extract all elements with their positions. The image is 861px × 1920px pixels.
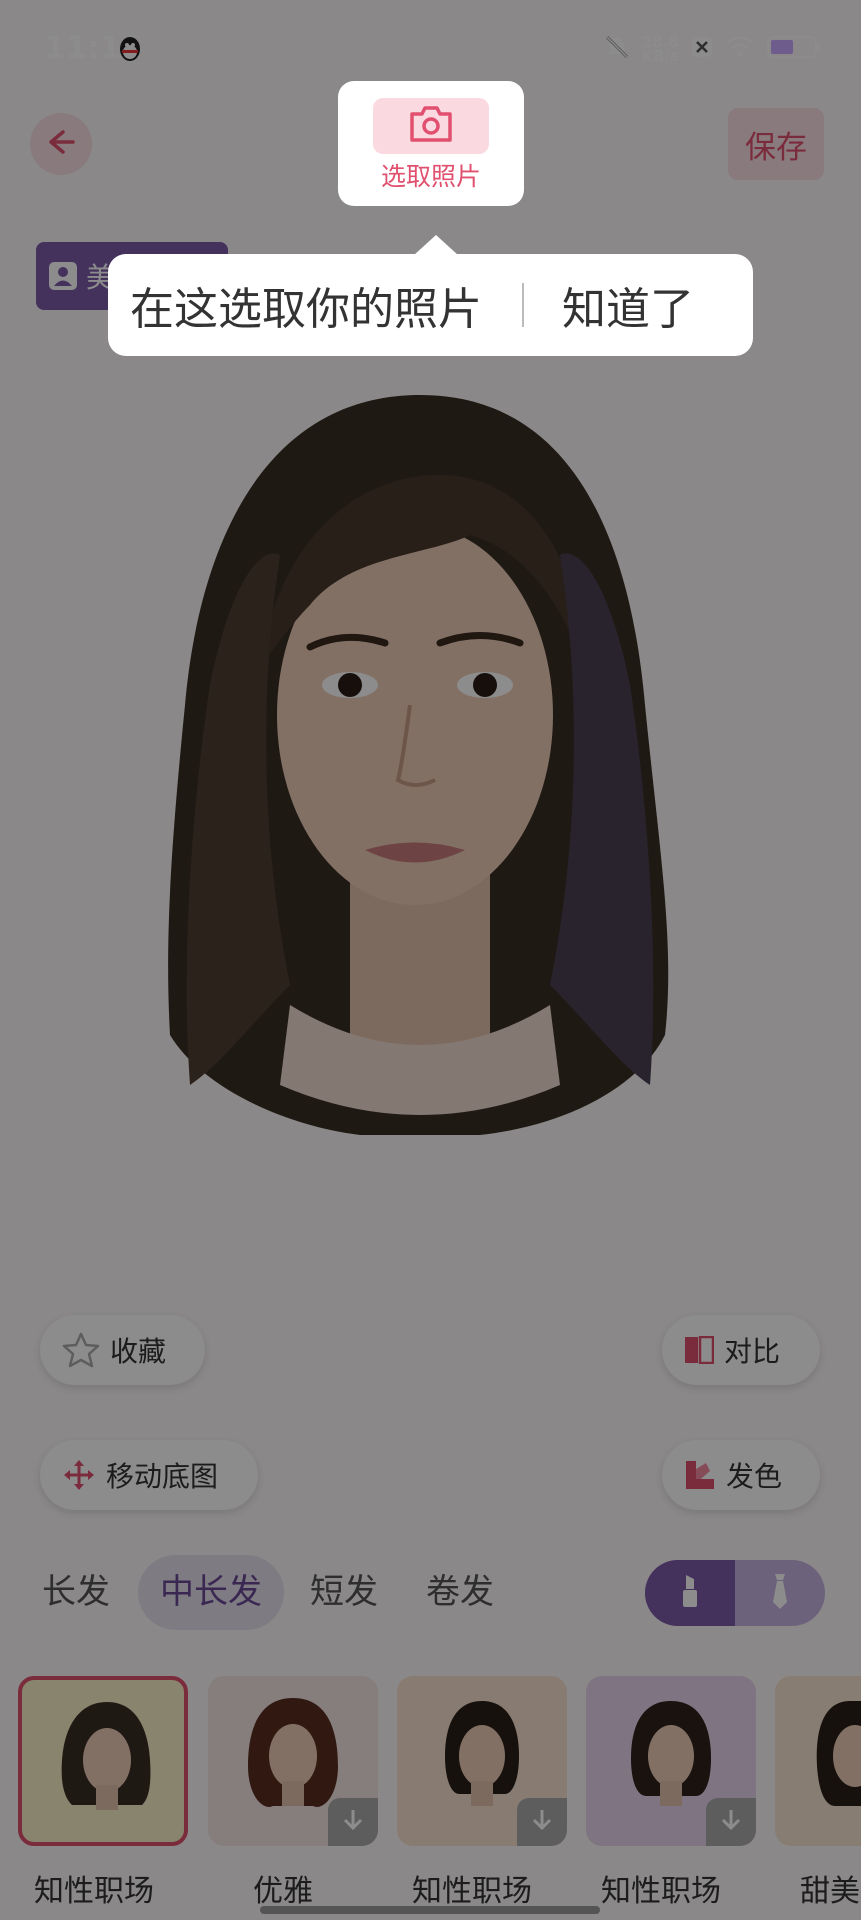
photo-picker-label: 选取照片 bbox=[380, 162, 481, 191]
guide-tooltip: 在这选取你的照片 知道了 bbox=[108, 254, 753, 356]
camera-button[interactable] bbox=[373, 98, 489, 154]
tooltip-divider bbox=[522, 283, 524, 327]
tooltip-arrow bbox=[414, 235, 458, 255]
camera-icon bbox=[408, 104, 454, 148]
guide-message: 在这选取你的照片 bbox=[130, 284, 482, 335]
got-it-button[interactable]: 知道了 bbox=[562, 273, 694, 337]
photo-picker-button[interactable]: 选取照片 bbox=[338, 81, 524, 206]
